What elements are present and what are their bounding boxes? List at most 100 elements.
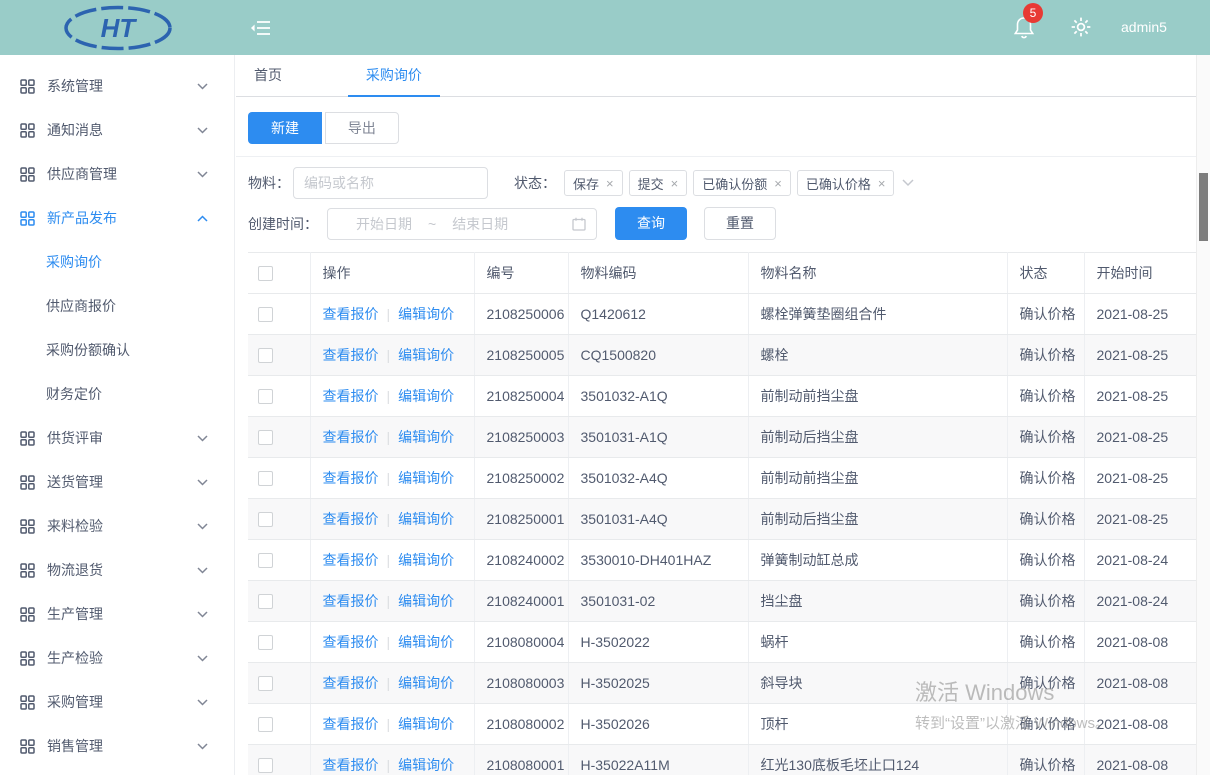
view-quote-link[interactable]: 查看报价 bbox=[323, 347, 379, 363]
sidebar-item[interactable]: 采购管理 bbox=[0, 680, 234, 724]
cell-start-time: 2021-08-08 bbox=[1084, 663, 1196, 704]
sidebar-subitem[interactable]: 供应商报价 bbox=[0, 284, 234, 328]
edit-inquiry-link[interactable]: 编辑询价 bbox=[398, 634, 454, 650]
tag-remove-icon[interactable]: × bbox=[774, 176, 782, 191]
row-checkbox[interactable] bbox=[258, 348, 273, 363]
tab-home[interactable]: 首页 bbox=[236, 55, 300, 97]
edit-inquiry-link[interactable]: 编辑询价 bbox=[398, 593, 454, 609]
date-range-picker[interactable]: 开始日期 ~ 结束日期 bbox=[327, 208, 597, 240]
edit-inquiry-link[interactable]: 编辑询价 bbox=[398, 757, 454, 773]
sidebar-item-label: 供应商管理 bbox=[47, 164, 117, 184]
sidebar-subitem[interactable]: 采购份额确认 bbox=[0, 328, 234, 372]
edit-inquiry-link[interactable]: 编辑询价 bbox=[398, 552, 454, 568]
row-checkbox[interactable] bbox=[258, 512, 273, 527]
sidebar-item[interactable]: 物流退货 bbox=[0, 548, 234, 592]
row-checkbox[interactable] bbox=[258, 430, 273, 445]
sidebar-subitem[interactable]: 财务定价 bbox=[0, 372, 234, 416]
view-quote-link[interactable]: 查看报价 bbox=[323, 306, 379, 322]
sidebar-item[interactable]: 送货管理 bbox=[0, 460, 234, 504]
material-input[interactable] bbox=[293, 167, 488, 199]
cell-status: 确认价格 bbox=[1007, 335, 1084, 376]
edit-inquiry-link[interactable]: 编辑询价 bbox=[398, 470, 454, 486]
user-menu[interactable]: admin5 bbox=[1121, 0, 1167, 55]
sidebar-item[interactable]: 通知消息 bbox=[0, 108, 234, 152]
status-tag[interactable]: 提交× bbox=[629, 170, 688, 196]
col-start-time: 开始时间 bbox=[1084, 253, 1196, 294]
row-checkbox[interactable] bbox=[258, 471, 273, 486]
view-quote-link[interactable]: 查看报价 bbox=[323, 388, 379, 404]
search-button[interactable]: 查询 bbox=[615, 207, 687, 240]
sidebar-subitem[interactable]: 采购询价 bbox=[0, 240, 234, 284]
notification-badge: 5 bbox=[1023, 3, 1043, 23]
chevron-down-icon bbox=[197, 699, 208, 706]
row-checkbox[interactable] bbox=[258, 676, 273, 691]
cell-start-time: 2021-08-25 bbox=[1084, 335, 1196, 376]
cell-number: 2108250002 bbox=[474, 458, 568, 499]
tag-remove-icon[interactable]: × bbox=[606, 176, 614, 191]
settings-gear-icon[interactable] bbox=[1070, 16, 1092, 38]
tag-remove-icon[interactable]: × bbox=[878, 176, 886, 191]
tab-purchase-inquiry[interactable]: 采购询价 bbox=[348, 55, 440, 97]
view-quote-link[interactable]: 查看报价 bbox=[323, 511, 379, 527]
scrollbar-thumb[interactable] bbox=[1199, 173, 1208, 241]
row-checkbox[interactable] bbox=[258, 758, 273, 773]
status-tag[interactable]: 已确认价格× bbox=[797, 170, 895, 196]
sidebar-subitem-label: 财务定价 bbox=[46, 384, 102, 404]
grid-menu-icon bbox=[20, 167, 35, 182]
export-button[interactable]: 导出 bbox=[325, 112, 399, 144]
sidebar-item[interactable]: 来料检验 bbox=[0, 504, 234, 548]
cell-status: 确认价格 bbox=[1007, 622, 1084, 663]
row-checkbox[interactable] bbox=[258, 594, 273, 609]
edit-inquiry-link[interactable]: 编辑询价 bbox=[398, 511, 454, 527]
cell-material-name: 前制动前挡尘盘 bbox=[748, 376, 1007, 417]
tag-remove-icon[interactable]: × bbox=[671, 176, 679, 191]
edit-inquiry-link[interactable]: 编辑询价 bbox=[398, 429, 454, 445]
sidebar-item[interactable]: 系统管理 bbox=[0, 64, 234, 108]
cell-material-name: 螺栓弹簧垫圈组合件 bbox=[748, 294, 1007, 335]
row-checkbox[interactable] bbox=[258, 717, 273, 732]
select-all-checkbox[interactable] bbox=[258, 266, 273, 281]
view-quote-link[interactable]: 查看报价 bbox=[323, 675, 379, 691]
inquiry-table: 操作 编号 物料编码 物料名称 状态 开始时间 查看报价|编辑询价 210825… bbox=[248, 252, 1196, 775]
reset-button[interactable]: 重置 bbox=[704, 207, 776, 240]
view-quote-link[interactable]: 查看报价 bbox=[323, 716, 379, 732]
sidebar-item[interactable]: 供货评审 bbox=[0, 416, 234, 460]
status-select[interactable]: 保存× 提交× 已确认份额× 已确认价格× bbox=[564, 170, 914, 196]
select-chevron-icon[interactable] bbox=[902, 179, 914, 187]
status-tag[interactable]: 保存× bbox=[564, 170, 623, 196]
row-checkbox[interactable] bbox=[258, 635, 273, 650]
sidebar-item[interactable]: 新产品发布 bbox=[0, 196, 234, 240]
cell-material-name: 前制动后挡尘盘 bbox=[748, 499, 1007, 540]
cell-start-time: 2021-08-08 bbox=[1084, 745, 1196, 775]
sidebar-item[interactable]: 生产检验 bbox=[0, 636, 234, 680]
status-tag[interactable]: 已确认份额× bbox=[693, 170, 791, 196]
view-quote-link[interactable]: 查看报价 bbox=[323, 470, 379, 486]
edit-inquiry-link[interactable]: 编辑询价 bbox=[398, 347, 454, 363]
edit-inquiry-link[interactable]: 编辑询价 bbox=[398, 306, 454, 322]
sidebar-subitem-label: 采购份额确认 bbox=[46, 340, 130, 360]
view-quote-link[interactable]: 查看报价 bbox=[323, 593, 379, 609]
row-checkbox[interactable] bbox=[258, 553, 273, 568]
grid-menu-icon bbox=[20, 475, 35, 490]
top-header: HT 5 admin5 bbox=[0, 0, 1210, 55]
cell-material-name: 蜗杆 bbox=[748, 622, 1007, 663]
view-quote-link[interactable]: 查看报价 bbox=[323, 634, 379, 650]
view-quote-link[interactable]: 查看报价 bbox=[323, 757, 379, 773]
new-button[interactable]: 新建 bbox=[248, 112, 322, 144]
sidebar-menu: 系统管理 通知消息 bbox=[0, 55, 235, 775]
edit-inquiry-link[interactable]: 编辑询价 bbox=[398, 716, 454, 732]
vertical-scrollbar[interactable] bbox=[1196, 55, 1210, 775]
collapse-menu-icon[interactable] bbox=[250, 17, 272, 39]
row-checkbox[interactable] bbox=[258, 307, 273, 322]
sidebar-item[interactable]: 供应商管理 bbox=[0, 152, 234, 196]
edit-inquiry-link[interactable]: 编辑询价 bbox=[398, 675, 454, 691]
sidebar-item[interactable]: 生产管理 bbox=[0, 592, 234, 636]
view-quote-link[interactable]: 查看报价 bbox=[323, 552, 379, 568]
sidebar-item-label: 供货评审 bbox=[47, 428, 103, 448]
row-checkbox[interactable] bbox=[258, 389, 273, 404]
edit-inquiry-link[interactable]: 编辑询价 bbox=[398, 388, 454, 404]
view-quote-link[interactable]: 查看报价 bbox=[323, 429, 379, 445]
cell-number: 2108080004 bbox=[474, 622, 568, 663]
chevron-down-icon bbox=[197, 523, 208, 530]
sidebar-item[interactable]: 销售管理 bbox=[0, 724, 234, 768]
